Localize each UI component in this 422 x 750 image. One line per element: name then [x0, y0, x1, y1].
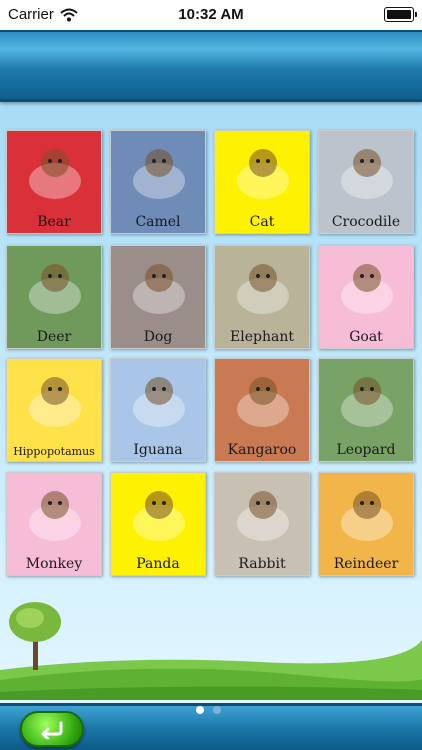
- animal-tile-reindeer[interactable]: Reindeer: [318, 472, 414, 576]
- animal-label: Crocodile: [331, 214, 401, 230]
- animal-label: Bear: [37, 214, 71, 230]
- back-arrow-icon: [41, 721, 63, 739]
- elephant-icon: [237, 264, 289, 314]
- animal-tile-hippopotamus[interactable]: Hippopotamus: [6, 358, 102, 462]
- rabbit-icon: [237, 491, 289, 541]
- animal-tile-elephant[interactable]: Elephant: [214, 245, 310, 349]
- animal-tile-goat[interactable]: Goat: [318, 245, 414, 349]
- battery-icon: [384, 7, 417, 22]
- top-banner: [0, 30, 422, 102]
- animal-label: Cat: [249, 214, 275, 230]
- kangaroo-icon: [237, 377, 289, 427]
- back-button[interactable]: [20, 711, 84, 747]
- iguana-icon: [133, 377, 185, 427]
- page-indicator[interactable]: [196, 706, 221, 714]
- goat-icon: [341, 264, 393, 314]
- animal-label: Leopard: [336, 442, 396, 458]
- camel-icon: [133, 149, 185, 199]
- panda-icon: [133, 491, 185, 541]
- animal-tile-kangaroo[interactable]: Kangaroo: [214, 358, 310, 462]
- meadow-scenery: [0, 602, 422, 700]
- animal-label: Dog: [143, 329, 173, 345]
- tree-icon: [9, 602, 61, 670]
- deer-icon: [29, 264, 81, 314]
- animal-tile-crocodile[interactable]: Crocodile: [318, 130, 414, 234]
- animal-tile-leopard[interactable]: Leopard: [318, 358, 414, 462]
- dog-icon: [133, 264, 185, 314]
- animal-label: Monkey: [25, 556, 83, 572]
- animal-label: Hippopotamus: [13, 445, 95, 458]
- clock: 10:32 AM: [178, 6, 244, 23]
- page-dot-1[interactable]: [196, 706, 204, 714]
- crocodile-icon: [341, 149, 393, 199]
- monkey-icon: [29, 491, 81, 541]
- animal-tile-monkey[interactable]: Monkey: [6, 472, 102, 576]
- cat-icon: [237, 149, 289, 199]
- animal-tile-cat[interactable]: Cat: [214, 130, 310, 234]
- hippopotamus-icon: [29, 377, 81, 427]
- status-bar: Carrier 10:32 AM: [0, 0, 422, 30]
- animal-label: Iguana: [133, 442, 183, 458]
- animal-tile-rabbit[interactable]: Rabbit: [214, 472, 310, 576]
- animal-tile-iguana[interactable]: Iguana: [110, 358, 206, 462]
- animal-tile-camel[interactable]: Camel: [110, 130, 206, 234]
- animal-tile-panda[interactable]: Panda: [110, 472, 206, 576]
- leopard-icon: [341, 377, 393, 427]
- animal-label: Reindeer: [333, 556, 399, 572]
- animal-label: Rabbit: [238, 556, 286, 572]
- reindeer-icon: [341, 491, 393, 541]
- animal-label: Deer: [36, 329, 72, 345]
- animal-label: Elephant: [230, 329, 294, 345]
- animal-tile-bear[interactable]: Bear: [6, 130, 102, 234]
- animal-tile-dog[interactable]: Dog: [110, 245, 206, 349]
- page-dot-2[interactable]: [213, 706, 221, 714]
- animal-label: Kangaroo: [227, 442, 297, 458]
- animal-label: Camel: [135, 214, 181, 230]
- animal-tile-deer[interactable]: Deer: [6, 245, 102, 349]
- animal-label: Panda: [136, 556, 180, 572]
- animal-label: Goat: [349, 329, 383, 345]
- bear-icon: [29, 149, 81, 199]
